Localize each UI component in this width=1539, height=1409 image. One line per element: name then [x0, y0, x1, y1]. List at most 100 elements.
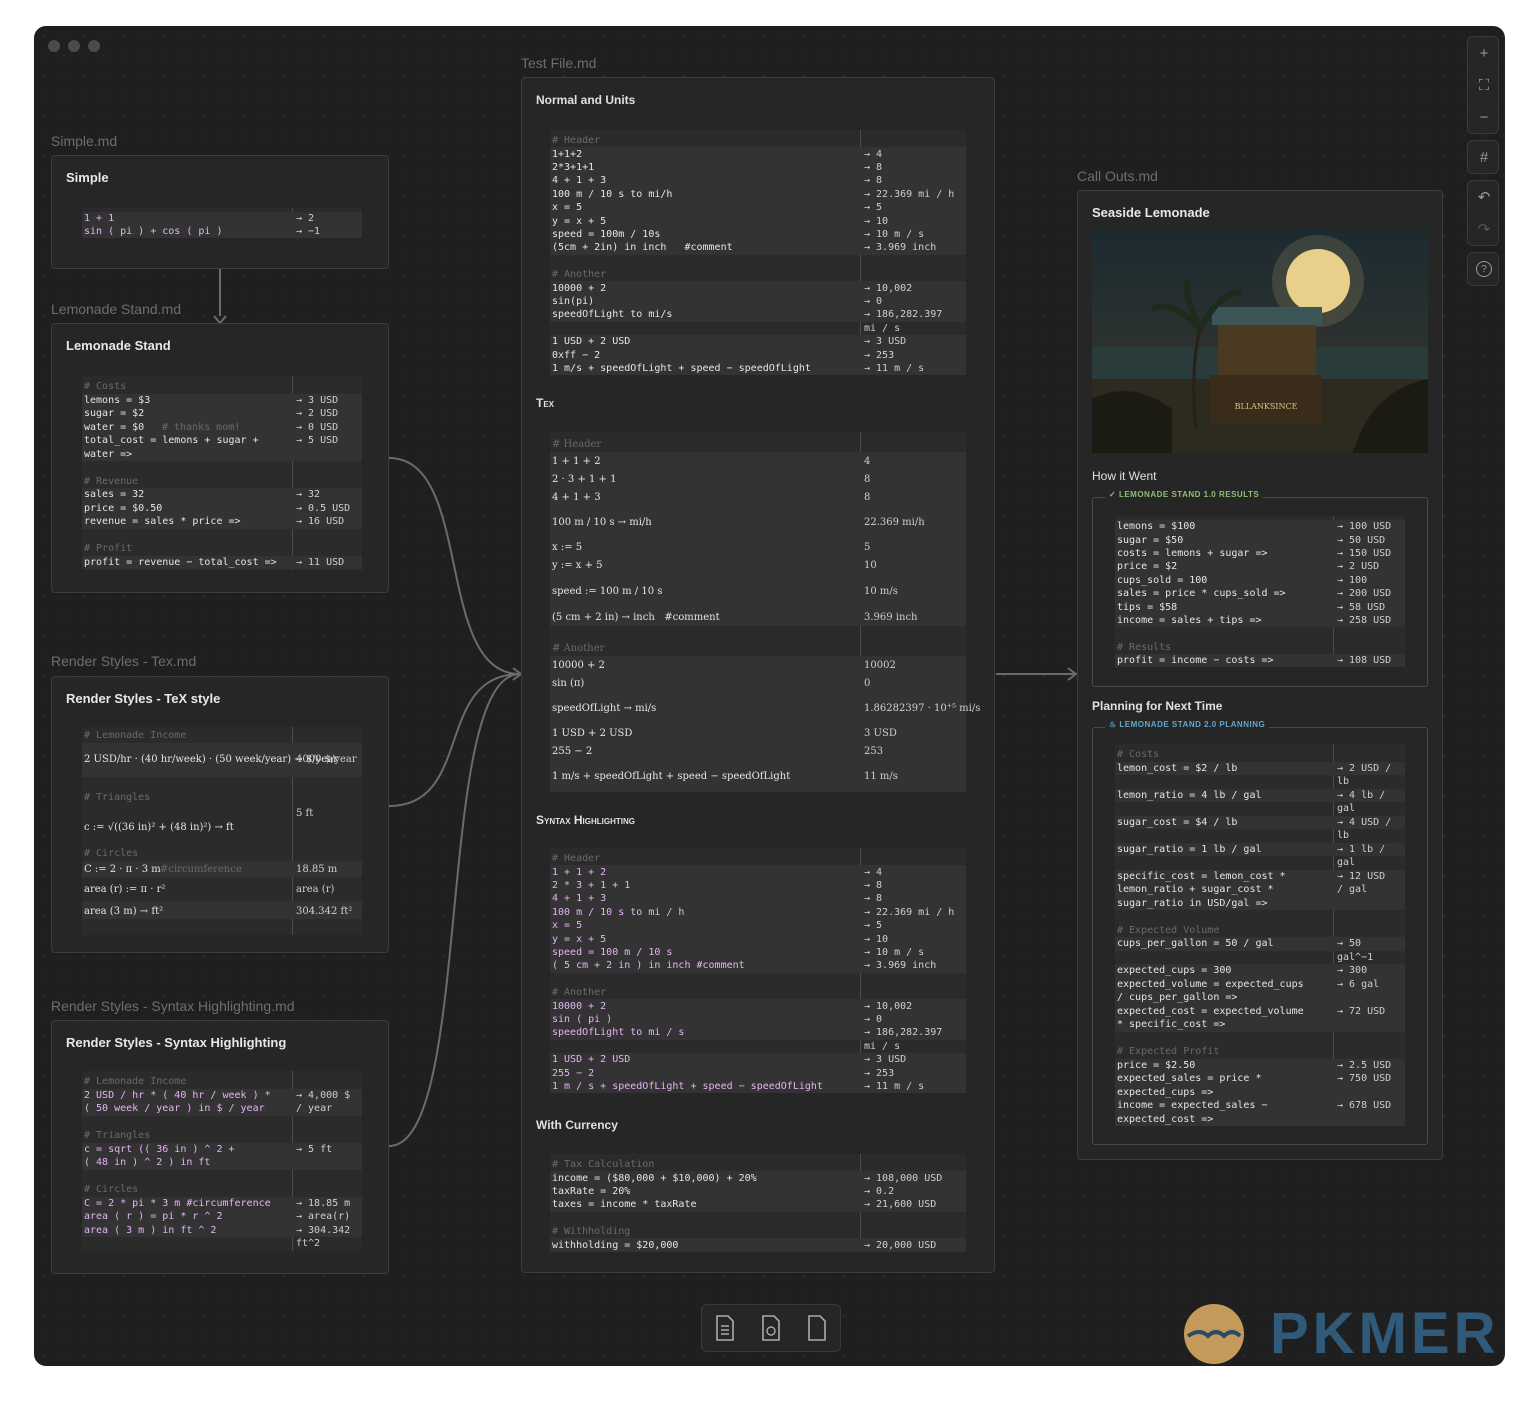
numi-line[interactable]: (5cm + 2in) in inch #comment → 3.969 inch — [550, 241, 966, 254]
file-title-syntax[interactable]: Render Styles - Syntax Highlighting.md — [51, 998, 295, 1014]
card-syntax[interactable]: Render Styles - Syntax Highlighting # Le… — [51, 1020, 389, 1274]
numi-line[interactable]: 2*3+1+1 → 8 — [550, 161, 966, 174]
numi-line[interactable] — [82, 529, 362, 542]
numi-line[interactable]: * specific_cost => — [1115, 1018, 1405, 1031]
numi-line[interactable]: specific_cost = lemon_cost * → 12 USD — [1115, 870, 1405, 883]
add-note-icon[interactable] — [713, 1314, 737, 1342]
numi-line[interactable]: speedOfLight to mi/s → 186,282.397 — [550, 308, 966, 321]
numi-line[interactable]: # Expected Volume — [1115, 924, 1405, 937]
numi-line[interactable]: # Another — [550, 986, 966, 999]
numi-line[interactable]: x = 5 → 5 — [550, 201, 966, 214]
card-callouts[interactable]: Seaside Lemonade BLLANKSINCE How it Went… — [1077, 190, 1443, 1160]
numi-line[interactable]: sin (π) 0 — [550, 677, 966, 690]
numi-line[interactable]: revenue = sales * price => → 16 USD — [82, 515, 362, 528]
numi-line[interactable] — [1115, 627, 1405, 640]
numi-line[interactable]: # Withholding — [550, 1225, 966, 1238]
numi-line[interactable]: profit = income − costs => → 108 USD — [1115, 654, 1405, 667]
numi-line[interactable]: sugar = $2 → 2 USD — [82, 407, 362, 420]
numi-line[interactable] — [550, 973, 966, 986]
numi-line[interactable]: income = expected_sales − → 678 USD — [1115, 1099, 1405, 1112]
file-title-lemonade[interactable]: Lemonade Stand.md — [51, 301, 181, 317]
numi-line[interactable]: gal — [1115, 856, 1405, 869]
numi-line[interactable] — [550, 627, 966, 640]
numi-line[interactable]: sales = 32 → 32 — [82, 488, 362, 501]
numi-line[interactable] — [550, 1212, 966, 1225]
numi-line[interactable]: lb — [1115, 829, 1405, 842]
zoom-out-icon[interactable]: − — [1468, 101, 1500, 133]
numi-line[interactable]: 255 − 2 → 253 — [550, 1067, 966, 1080]
numi-line[interactable]: # Profit — [82, 542, 362, 555]
numi-line[interactable]: water => — [82, 448, 362, 461]
file-title-simple[interactable]: Simple.md — [51, 133, 117, 149]
numi-line[interactable]: y := x + 5 10 — [550, 559, 966, 572]
numi-line[interactable]: # Results — [1115, 641, 1405, 654]
numi-line[interactable]: 10000 + 2 10002 — [550, 659, 966, 672]
card-tex[interactable]: Render Styles - TeX style # Lemonade Inc… — [51, 676, 389, 953]
numi-line[interactable]: lemon_ratio = 4 lb / gal → 4 lb / — [1115, 789, 1405, 802]
numi-line[interactable]: # Circles — [82, 1183, 362, 1196]
numi-line[interactable]: sugar_ratio = 1 lb / gal → 1 lb / — [1115, 843, 1405, 856]
numi-line[interactable]: 1 + 1 → 2 — [82, 212, 362, 225]
numi-line[interactable]: sin ( pi ) → 0 — [550, 1013, 966, 1026]
numi-line[interactable]: lb — [1115, 775, 1405, 788]
numi-line[interactable]: 4 + 1 + 3 8 — [550, 491, 966, 504]
numi-line[interactable]: y = x + 5 → 10 — [550, 933, 966, 946]
numi-line[interactable]: C = 2 * pi * 3 m #circumference → 18.85 m — [82, 1197, 362, 1210]
numi-line[interactable]: # Lemonade Income — [82, 1075, 362, 1088]
numi-line[interactable]: x := 5 5 — [550, 541, 966, 554]
numi-line[interactable]: expected_cups = 300 → 300 — [1115, 964, 1405, 977]
numi-line[interactable]: sales = price * cups_sold => → 200 USD — [1115, 587, 1405, 600]
numi-line[interactable]: lemons = $100 → 100 USD — [1115, 520, 1405, 533]
numi-line[interactable]: speed := 100 m / 10 s 10 m/s — [550, 585, 966, 598]
zoom-in-icon[interactable]: + — [1468, 37, 1500, 69]
numi-line[interactable]: tips = $58 → 58 USD — [1115, 601, 1405, 614]
numi-line[interactable]: lemon_cost = $2 / lb → 2 USD / — [1115, 762, 1405, 775]
numi-line[interactable]: profit = revenue − total_cost => → 11 USD — [82, 556, 362, 569]
numi-line[interactable]: # Expected Profit — [1115, 1045, 1405, 1058]
numi-line[interactable]: ft^2 — [82, 1237, 362, 1250]
redo-icon[interactable]: ↷ — [1468, 213, 1500, 245]
numi-line[interactable]: 4 + 1 + 3 → 8 — [550, 892, 966, 905]
numi-line[interactable]: # Header — [550, 438, 966, 451]
numi-line[interactable]: speed = 100 m / 10 s → 10 m / s — [550, 946, 966, 959]
numi-line[interactable]: 1 USD + 2 USD 3 USD — [550, 727, 966, 740]
numi-line[interactable]: speedOfLight → mi/s 1.86282397 · 10⁺⁵ mi/… — [550, 702, 980, 715]
numi-line[interactable]: c = sqrt (( 36 in ) ^ 2 + → 5 ft — [82, 1143, 362, 1156]
numi-line[interactable]: # Costs — [82, 380, 362, 393]
numi-line[interactable]: price = $2.50 → 2.5 USD — [1115, 1059, 1405, 1072]
numi-line[interactable]: expected_cost => — [1115, 1113, 1405, 1126]
numi-line[interactable]: sin(pi) → 0 — [550, 295, 966, 308]
numi-line[interactable]: 4 + 1 + 3 → 8 — [550, 174, 966, 187]
numi-line[interactable]: 100 m / 10 s to mi / h → 22.369 mi / h — [550, 906, 966, 919]
grid-icon[interactable]: # — [1468, 141, 1500, 173]
numi-line[interactable]: 1+1+2 → 4 — [550, 148, 966, 161]
numi-line[interactable]: taxRate = 20% → 0.2 — [550, 1185, 966, 1198]
numi-line[interactable]: expected_volume = expected_cups → 6 gal — [1115, 978, 1405, 991]
file-title-tex[interactable]: Render Styles - Tex.md — [51, 653, 196, 669]
numi-line[interactable]: 1 m / s + speedOfLight + speed − speedOf… — [550, 1080, 966, 1093]
card-simple[interactable]: Simple 1 + 1 → 2 sin ( pi ) + cos ( pi ) → … — [51, 155, 389, 269]
numi-line[interactable]: mi / s — [550, 322, 966, 335]
numi-line[interactable]: total_cost = lemons + sugar + → 5 USD — [82, 434, 362, 447]
add-file-icon[interactable] — [805, 1314, 829, 1342]
numi-line[interactable]: 2 USD / hr * ( 40 hr / week ) * → 4,000 $ — [82, 1089, 362, 1102]
numi-line[interactable]: expected_cost = expected_volume → 72 USD — [1115, 1005, 1405, 1018]
help-icon[interactable]: ? — [1468, 253, 1500, 285]
numi-line[interactable]: x = 5 → 5 — [550, 919, 966, 932]
numi-line[interactable]: y = x + 5 → 10 — [550, 215, 966, 228]
numi-line[interactable]: gal^−1 — [1115, 951, 1405, 964]
numi-line[interactable]: 1 USD + 2 USD → 3 USD — [550, 1053, 966, 1066]
undo-icon[interactable]: ↶ — [1468, 181, 1500, 213]
numi-line[interactable] — [82, 1170, 362, 1183]
numi-line[interactable]: 100 m / 10 s → mi/h 22.369 mi/h — [550, 516, 966, 529]
numi-line[interactable]: # Tax Calculation — [550, 1158, 966, 1171]
numi-line[interactable]: ( 50 week / year ) in $ / year / year — [82, 1102, 362, 1115]
numi-line[interactable]: lemon_ratio + sugar_cost * / gal — [1115, 883, 1405, 896]
numi-line[interactable]: area ( 3 m ) in ft ^ 2 → 304.342 — [82, 1224, 362, 1237]
numi-line[interactable]: 255 − 2 253 — [550, 745, 966, 758]
numi-line[interactable]: # Another — [550, 268, 966, 281]
numi-line[interactable]: sugar_cost = $4 / lb → 4 USD / — [1115, 816, 1405, 829]
file-title-test[interactable]: Test File.md — [521, 55, 596, 71]
numi-line[interactable] — [1115, 910, 1405, 923]
numi-line[interactable]: 2 * 3 + 1 + 1 → 8 — [550, 879, 966, 892]
